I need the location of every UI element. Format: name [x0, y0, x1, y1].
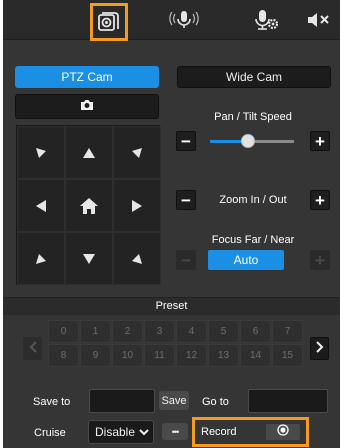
go-to-input[interactable]: [248, 389, 328, 413]
ptz-control-panel: PTZ Cam Wide Cam Pan / Tilt Speed − + − …: [3, 0, 340, 448]
chevron-down-icon: [139, 425, 149, 439]
record-control: Record: [192, 417, 309, 447]
cruise-select[interactable]: Disable: [88, 420, 154, 444]
arrow-right-icon: [132, 199, 142, 212]
snapshot-button[interactable]: [15, 94, 159, 119]
pan-down-button[interactable]: [65, 232, 113, 285]
arrow-up-left-icon: [35, 147, 47, 159]
preset-slot[interactable]: 1: [80, 320, 111, 343]
pan-down-left-button[interactable]: [17, 232, 65, 285]
pan-tilt-speed-decrease-button[interactable]: −: [176, 131, 196, 151]
home-icon: [79, 197, 99, 215]
preset-slot[interactable]: 9: [80, 344, 111, 367]
chevron-left-icon: [29, 340, 37, 358]
preset-slot[interactable]: 15: [272, 344, 303, 367]
camera-view-button[interactable]: [90, 3, 128, 41]
cruise-selected-value: Disable: [95, 425, 136, 439]
focus-label: Focus Far / Near: [211, 234, 295, 246]
preset-next-button[interactable]: [310, 337, 329, 360]
pan-right-button[interactable]: [113, 179, 161, 232]
cruise-label: Cruise: [34, 427, 66, 439]
arrow-up-right-icon: [131, 147, 143, 159]
save-button-label: Save: [161, 394, 187, 407]
focus-auto-label: Auto: [233, 253, 259, 267]
pan-up-left-button[interactable]: [17, 126, 65, 179]
preset-slot[interactable]: 0: [48, 320, 79, 343]
tab-wide-cam[interactable]: Wide Cam: [177, 66, 331, 88]
save-to-label: Save to: [33, 396, 71, 408]
preset-slot[interactable]: 4: [176, 320, 207, 343]
preset-slot[interactable]: 6: [240, 320, 271, 343]
save-to-input[interactable]: [89, 389, 155, 413]
speaker-mute-button[interactable]: [303, 4, 333, 36]
save-button[interactable]: Save: [159, 391, 189, 410]
record-label: Record: [201, 426, 237, 438]
camera-icon: [80, 99, 94, 114]
arrow-down-icon: [83, 253, 95, 264]
more-options-icon: •••: [171, 426, 180, 437]
zoom-label: Zoom In / Out: [219, 194, 287, 206]
preset-slot[interactable]: 10: [112, 344, 143, 367]
arrow-down-right-icon: [131, 253, 143, 265]
pan-left-button[interactable]: [17, 179, 65, 232]
preset-slot[interactable]: 13: [208, 344, 239, 367]
preset-slot[interactable]: 11: [144, 344, 175, 367]
focus-far-button[interactable]: −: [176, 250, 196, 270]
preset-header: Preset: [3, 297, 340, 315]
direction-pad: [16, 125, 161, 285]
pan-down-right-button[interactable]: [113, 232, 161, 285]
preset-slot[interactable]: 14: [240, 344, 271, 367]
voice-settings-button[interactable]: [252, 4, 282, 36]
pan-tilt-speed-handle[interactable]: [240, 134, 255, 148]
arrow-left-icon: [36, 199, 46, 212]
go-to-label: Go to: [202, 396, 229, 408]
arrow-down-left-icon: [35, 253, 47, 265]
preset-slot[interactable]: 5: [208, 320, 239, 343]
pan-tilt-speed-increase-button[interactable]: +: [310, 131, 330, 151]
camera-view-icon: [97, 10, 121, 34]
cruise-more-button[interactable]: •••: [162, 423, 188, 440]
preset-prev-button[interactable]: [23, 337, 42, 360]
record-button[interactable]: [266, 424, 300, 440]
preset-slot[interactable]: 8: [48, 344, 79, 367]
tab-ptz-cam-label: PTZ Cam: [61, 70, 113, 84]
zoom-in-button[interactable]: +: [310, 190, 330, 210]
home-button[interactable]: [65, 179, 113, 232]
microphone-icon: [169, 9, 199, 31]
preset-slot[interactable]: 7: [272, 320, 303, 343]
focus-auto-button[interactable]: Auto: [208, 250, 284, 270]
top-toolbar: [3, 0, 340, 41]
preset-slot[interactable]: 12: [176, 344, 207, 367]
tab-ptz-cam[interactable]: PTZ Cam: [15, 66, 159, 88]
preset-slot[interactable]: 3: [144, 320, 175, 343]
zoom-out-button[interactable]: −: [176, 190, 196, 210]
preset-slot[interactable]: 2: [112, 320, 143, 343]
speaker-mute-icon: [306, 10, 330, 30]
arrow-up-icon: [83, 147, 95, 158]
preset-grid: 0 1 2 3 4 5 6 7 8 9 10 11 12 13 14 15: [48, 320, 303, 367]
pan-tilt-label: Pan / Tilt Speed: [214, 111, 292, 123]
focus-near-button[interactable]: +: [310, 250, 330, 270]
pan-up-button[interactable]: [65, 126, 113, 179]
record-icon: [277, 423, 289, 441]
pan-up-right-button[interactable]: [113, 126, 161, 179]
chevron-right-icon: [315, 340, 324, 358]
microphone-button[interactable]: [166, 4, 202, 36]
voice-settings-icon: [254, 9, 280, 31]
preset-title: Preset: [155, 300, 188, 312]
tab-wide-cam-label: Wide Cam: [225, 70, 282, 84]
